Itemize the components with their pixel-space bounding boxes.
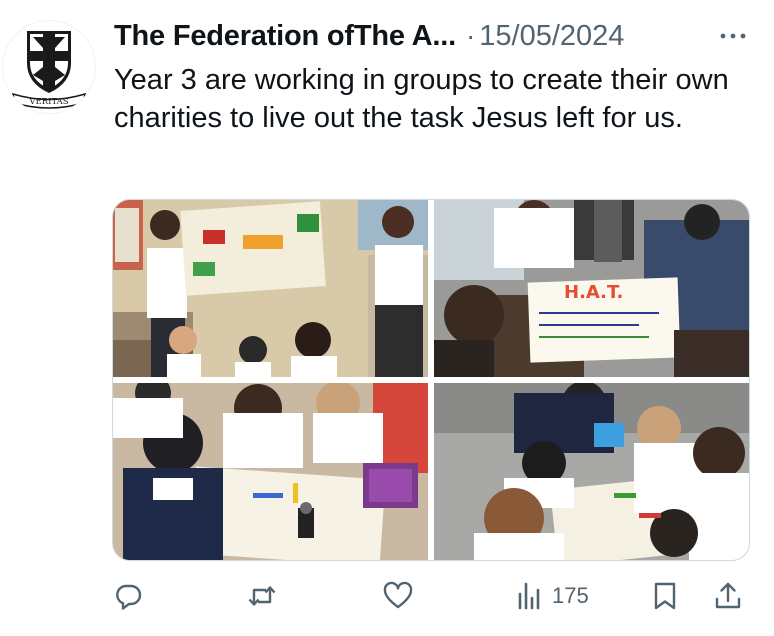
photo-1[interactable]	[113, 200, 428, 377]
action-bar: 175	[112, 574, 748, 618]
author-avatar[interactable]: VERITAS	[2, 20, 96, 114]
like-icon	[383, 581, 413, 609]
more-icon	[720, 33, 746, 39]
post-date[interactable]: 15/05/2024	[479, 20, 624, 53]
photo-2-image: H.A.T.	[434, 200, 749, 377]
photo-4[interactable]	[434, 383, 749, 560]
bookmark-icon	[654, 582, 676, 610]
header-separator: ·	[465, 20, 476, 51]
photo-3-image	[113, 383, 428, 560]
views-icon	[518, 582, 540, 610]
post-header: The Federation ofThe A... · 15/05/2024	[114, 16, 750, 56]
share-icon	[715, 582, 741, 609]
views-button[interactable]: 175	[514, 578, 589, 614]
photo-1-image	[113, 200, 428, 377]
crest-logo: VERITAS	[3, 21, 95, 113]
repost-button[interactable]	[246, 578, 278, 614]
avatar-motto: VERITAS	[28, 97, 68, 107]
author-name[interactable]: The Federation ofThe A...	[114, 20, 456, 53]
photo-2-sign-text: H.A.T.	[564, 282, 623, 303]
repost-icon	[248, 586, 276, 606]
views-count: 175	[552, 583, 589, 608]
reply-icon	[116, 584, 142, 610]
bookmark-button[interactable]	[649, 578, 681, 614]
photo-2[interactable]: H.A.T.	[434, 200, 749, 377]
share-button[interactable]	[712, 578, 744, 614]
media-grid: H.A.T.	[112, 199, 750, 561]
post-text: Year 3 are working in groups to create t…	[114, 64, 729, 134]
reply-button[interactable]	[112, 578, 144, 614]
photo-3[interactable]	[113, 383, 428, 560]
like-button[interactable]	[382, 578, 414, 614]
more-button[interactable]	[716, 22, 750, 50]
photo-4-image	[434, 383, 749, 560]
